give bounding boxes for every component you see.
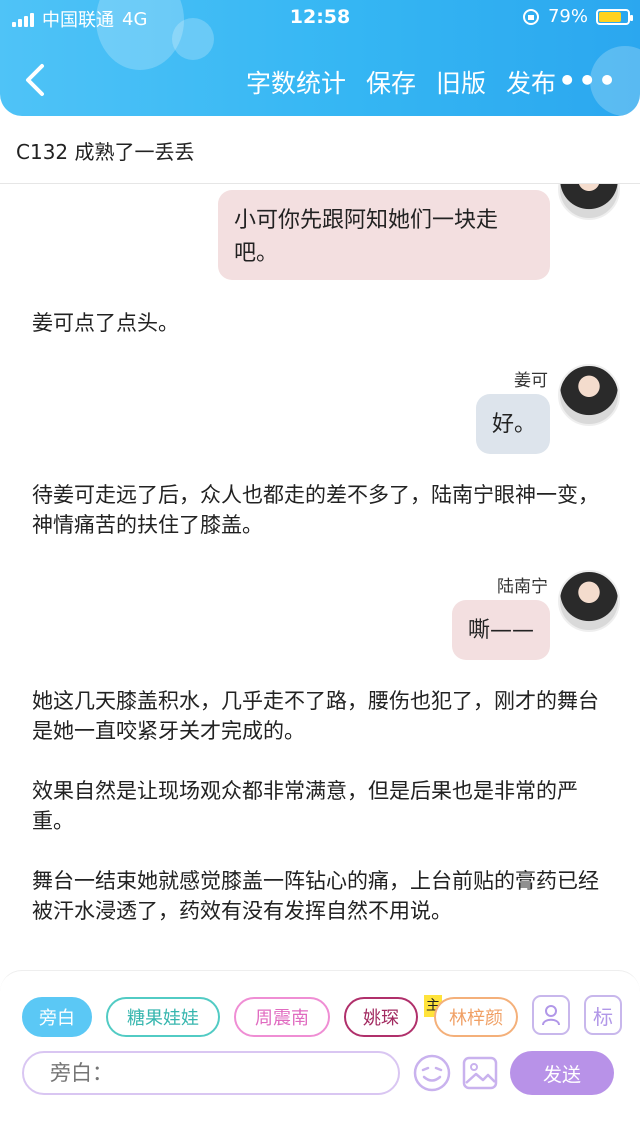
more-menu-button[interactable]: ••• [558, 64, 618, 97]
old-version-button[interactable]: 旧版 [436, 64, 486, 100]
composer-panel: 旁白 糖果娃娃 周震南 姚琛 主 林梓颜 标 发送 [0, 970, 640, 1138]
back-arrow-icon[interactable] [22, 60, 48, 100]
orientation-lock-icon [522, 8, 539, 25]
avatar[interactable] [558, 184, 620, 220]
battery-percent: 79% [547, 6, 588, 27]
speaker-name: 陆南宁 [497, 577, 548, 597]
emoji-icon[interactable] [412, 1053, 452, 1093]
avatar[interactable] [558, 364, 620, 426]
word-count-button[interactable]: 字数统计 [246, 64, 346, 100]
narration-paragraph[interactable]: 姜可点了点头。 [32, 308, 602, 338]
narration-paragraph[interactable]: 待姜可走远了后，众人也都走的差不多了，陆南宁眼神一变，神情痛苦的扶住了膝盖。 [32, 480, 602, 540]
send-button[interactable]: 发送 [510, 1051, 614, 1095]
battery-icon [596, 8, 633, 25]
narration-paragraph[interactable]: 舞台一结束她就感觉膝盖一阵钻心的痛，上台前贴的膏药已经被汗水浸透了，药效有没有发… [32, 866, 602, 926]
role-chip-narration[interactable]: 旁白 [22, 997, 92, 1037]
narration-paragraph[interactable]: 她这几天膝盖积水，几乎走不了路，腰伤也犯了，刚才的舞台是她一直咬紧牙关才完成的。 [32, 686, 602, 746]
status-bar: 中国联通 4G 12:58 79% [0, 0, 640, 36]
role-chip[interactable]: 糖果娃娃 [106, 997, 220, 1037]
speech-bubble[interactable]: 嘶—— [452, 600, 550, 660]
story-content[interactable]: 小可你先跟阿知她们一块走吧。 姜可点了点头。 姜可 好。 待姜可走远了后，众人也… [0, 184, 640, 970]
role-chip[interactable]: 林梓颜 [434, 997, 518, 1037]
narration-paragraph[interactable]: 效果自然是让现场观众都非常满意，但是后果也是非常的严重。 [32, 776, 602, 836]
speech-bubble[interactable]: 小可你先跟阿知她们一块走吧。 [218, 190, 550, 280]
app-header: 中国联通 4G 12:58 79% 字数统计 保存 旧版 发布 ••• [0, 0, 640, 116]
save-button[interactable]: 保存 [366, 64, 416, 100]
role-chip[interactable]: 姚琛 [344, 997, 418, 1037]
speech-bubble[interactable]: 好。 [476, 394, 550, 454]
toolbar-actions: 字数统计 保存 旧版 发布 [246, 64, 556, 100]
speaker-name: 姜可 [514, 371, 548, 391]
avatar[interactable] [558, 570, 620, 632]
image-icon[interactable] [460, 1053, 500, 1093]
role-chip[interactable]: 周震南 [234, 997, 330, 1037]
tag-button[interactable]: 标 [584, 995, 622, 1035]
message-input[interactable] [22, 1051, 400, 1095]
chapter-title[interactable]: C132 成熟了一丢丢 [0, 116, 640, 184]
publish-button[interactable]: 发布 [506, 64, 556, 100]
add-role-icon[interactable] [532, 995, 570, 1035]
